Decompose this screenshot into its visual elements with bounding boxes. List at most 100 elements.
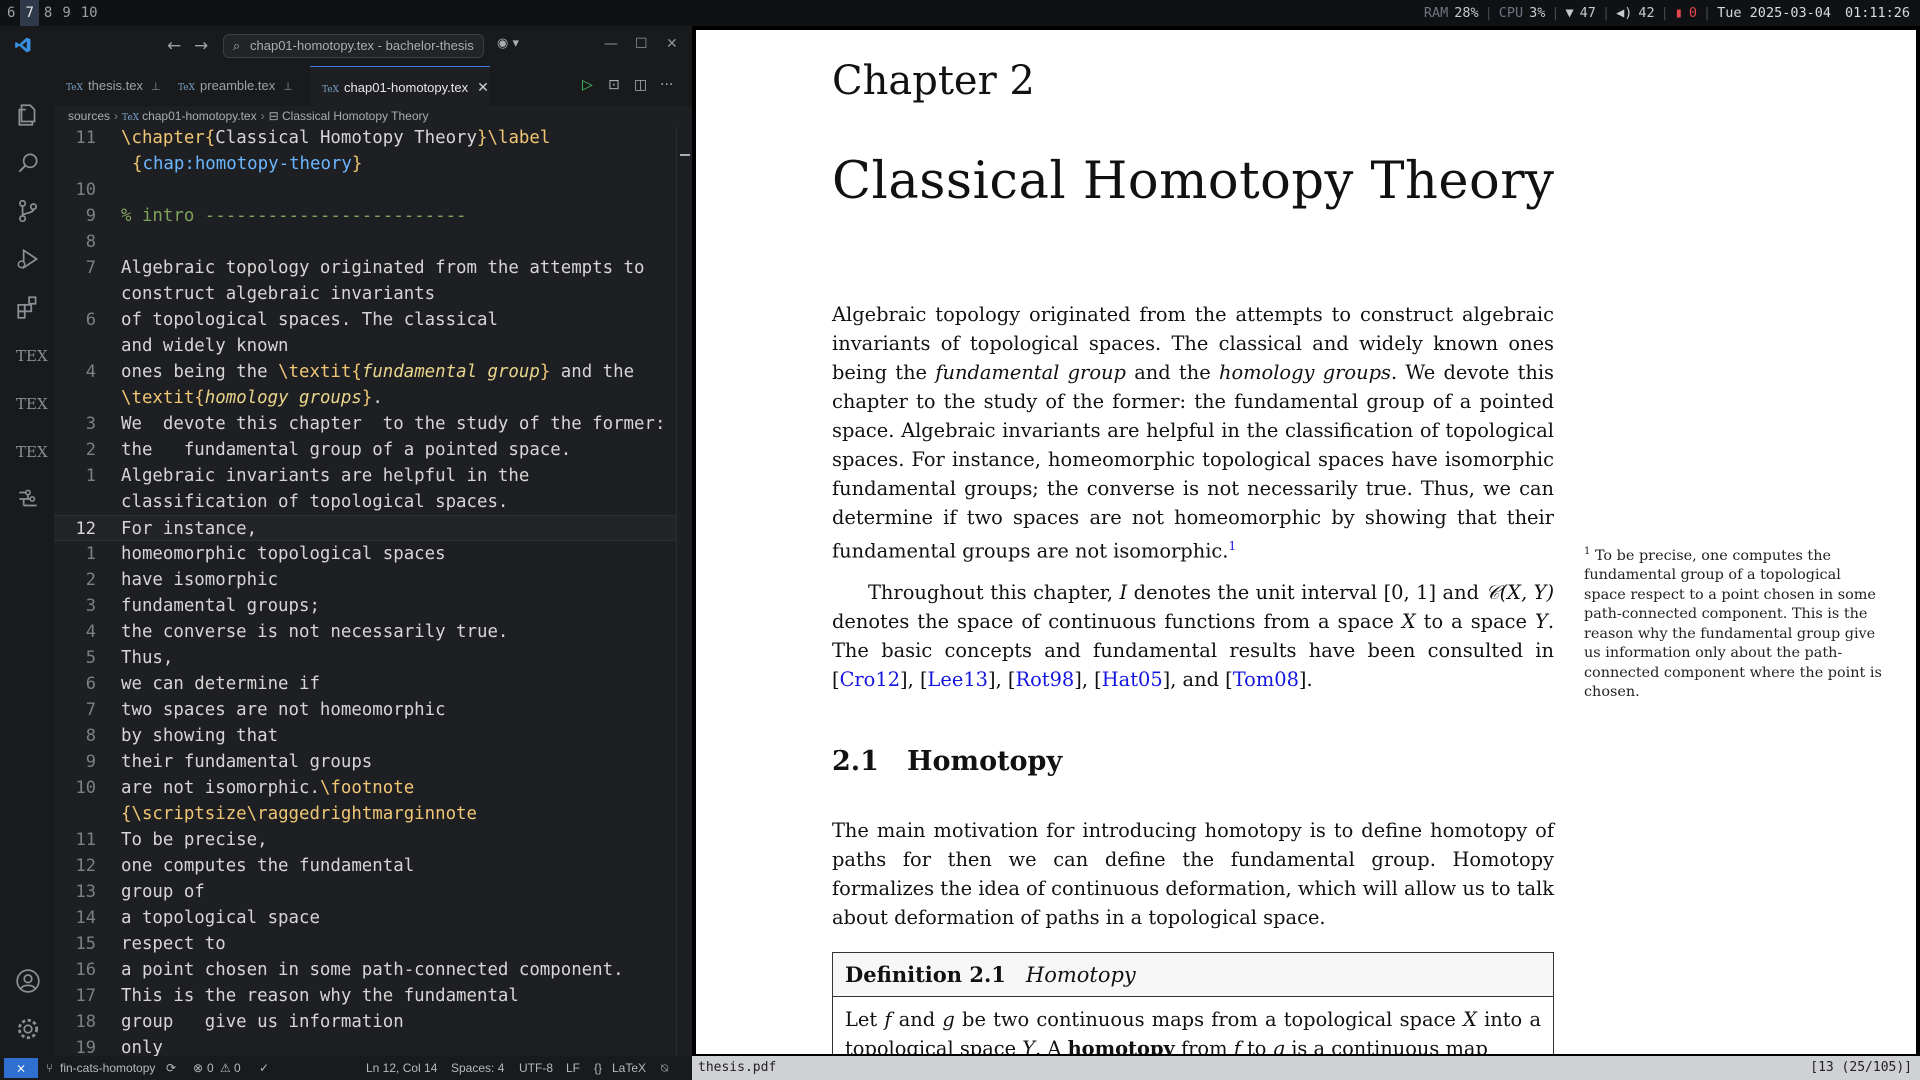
code-line[interactable]: 12 one computes the fundamental [54,853,676,879]
search-icon[interactable] [15,150,41,176]
code-line[interactable]: classification of topological spaces. [54,489,676,515]
breadcrumb[interactable]: sources › TeX chap01-homotopy.tex › ⊟ Classic… [68,106,429,126]
preview-icon[interactable]: ⊡ [608,77,620,93]
code-line[interactable]: 17 This is the reason why the fundamental [54,983,676,1009]
code-editor[interactable]: 11 \chapter{Classical Homotopy Theory}\la… [54,126,692,1056]
tex-icon[interactable]: TEX [16,347,48,365]
code-line[interactable]: 4 ones being the \textit{fundamental grou… [54,359,676,385]
code-line[interactable]: 8 by showing that [54,723,676,749]
scrollbar-thumb[interactable] [680,154,690,156]
code-line-current[interactable]: 12 For instance, [54,515,676,541]
tab-preamble[interactable]: TeX preamble.tex ⊥ [166,66,300,106]
wifi-icon[interactable]: ▼ [1566,0,1574,26]
close-window-icon[interactable]: ✕ [666,36,678,52]
code-line[interactable]: 6 of topological spaces. The classical [54,307,676,333]
code-line[interactable]: 1 homeomorphic topological spaces [54,541,676,567]
code-line[interactable]: 10 [54,177,676,203]
split-editor-icon[interactable]: ◫ [634,77,647,93]
workspace-9[interactable]: 9 [57,0,75,26]
code-line[interactable]: construct algebraic invariants [54,281,676,307]
code-line[interactable]: 3 fundamental groups; [54,593,676,619]
code-line[interactable]: 8 [54,229,676,255]
run-icon[interactable]: ▷ [582,77,593,93]
settings-gear-icon[interactable] [15,1016,41,1042]
breadcrumb-file[interactable]: chap01-homotopy.tex [142,109,257,123]
workspace-switcher[interactable]: 6 7 8 9 10 [2,0,103,26]
account-icon[interactable] [15,968,41,994]
breadcrumb-folder[interactable]: sources [68,109,110,123]
workspace-6[interactable]: 6 [2,0,20,26]
cursor-position[interactable]: Ln 12, Col 14 [366,1056,437,1080]
code-line[interactable]: 14 a topological space [54,905,676,931]
code-line[interactable]: 16 a point chosen in some path-connected … [54,957,676,983]
back-icon[interactable]: ← [167,36,181,56]
source-control-icon[interactable] [15,198,41,224]
code-line[interactable]: 18 group give us information [54,1009,676,1035]
code-line[interactable]: \textit{homology groups}. [54,385,676,411]
language-mode[interactable]: LaTeX [612,1056,646,1080]
editor-scrollbar[interactable] [676,126,692,1056]
code-line[interactable]: 7 two spaces are not homeomorphic [54,697,676,723]
branch-name[interactable]: fin-cats-homotopy [60,1056,155,1080]
citation-link[interactable]: Cro12 [840,668,900,691]
run-debug-icon[interactable] [15,246,41,272]
code-line[interactable]: 11 To be precise, [54,827,676,853]
code-line[interactable]: 9 % intro ------------------------- [54,203,676,229]
citation-link[interactable]: Hat05 [1102,668,1163,691]
check-icon[interactable]: ✓ [259,1056,269,1080]
more-actions-icon[interactable]: ··· [660,77,673,93]
warning-count[interactable]: 0 [234,1056,241,1080]
maximize-icon[interactable]: ☐ [635,36,648,52]
citation-link[interactable]: Lee13 [928,668,989,691]
line-ending[interactable]: LF [566,1056,580,1080]
pin-icon[interactable]: ⊥ [151,81,161,93]
indentation[interactable]: Spaces: 4 [451,1056,504,1080]
workspace-7[interactable]: 7 [20,0,39,26]
code-line[interactable]: 3 We devote this chapter to the study of … [54,411,676,437]
minimize-icon[interactable]: — [604,36,618,52]
git-graph-icon[interactable] [15,486,41,512]
code-line[interactable]: 15 respect to [54,931,676,957]
remote-indicator-icon[interactable]: ⨯ [4,1058,38,1078]
notification-icon[interactable]: ▮ [1675,0,1683,26]
tex-icon[interactable]: TEX [16,395,48,413]
close-tab-icon[interactable]: ✕ [477,79,489,95]
workspace-8[interactable]: 8 [39,0,57,26]
extensions-icon[interactable] [15,294,41,320]
citation-link[interactable]: Tom08 [1233,668,1299,691]
code-line[interactable]: and widely known [54,333,676,359]
code-line[interactable]: 13 group of [54,879,676,905]
footnote-link[interactable]: 1 [1228,539,1236,553]
citation-link[interactable]: Rot98 [1016,668,1075,691]
code-line[interactable]: 1 Algebraic invariants are helpful in the [54,463,676,489]
code-line[interactable]: 5 Thus, [54,645,676,671]
code-line[interactable]: 19 only [54,1035,676,1056]
notifications-bell-icon[interactable]: ⍉ [661,1056,668,1080]
breadcrumb-symbol[interactable]: Classical Homotopy Theory [282,109,429,123]
code-line[interactable]: 7 Algebraic topology originated from the … [54,255,676,281]
copilot-icon[interactable]: ◉ ▾ [497,36,519,51]
forward-icon[interactable]: → [194,36,208,56]
workspace-10[interactable]: 10 [76,0,103,26]
command-center[interactable]: ⌕ chap01-homotopy.tex - bachelor-thesis [223,34,484,58]
code-line[interactable]: 10 are not isomorphic.\footnote [54,775,676,801]
tab-chap01-homotopy[interactable]: TeX chap01-homotopy.tex ✕ [310,66,490,106]
tex-icon[interactable]: TEX [16,443,48,461]
line-code: % intro ------------------------- [121,206,467,226]
sync-icon[interactable]: ⟳ [166,1056,176,1080]
code-line[interactable]: 6 we can determine if [54,671,676,697]
code-line[interactable]: {chap:homotopy-theory} [54,151,676,177]
code-line[interactable]: 2 have isomorphic [54,567,676,593]
code-line[interactable]: {\scriptsize\raggedrightmarginnote [54,801,676,827]
code-line[interactable]: 2 the fundamental group of a pointed spac… [54,437,676,463]
error-count[interactable]: 0 [207,1056,214,1080]
volume-icon[interactable]: ◀) [1616,0,1632,26]
code-line[interactable]: 9 their fundamental groups [54,749,676,775]
pin-icon[interactable]: ⊥ [283,81,293,93]
tab-thesis[interactable]: TeX thesis.tex ⊥ [54,66,166,106]
pdf-page[interactable]: Chapter 2 Classical Homotopy Theory Alge… [696,30,1916,1054]
encoding[interactable]: UTF-8 [519,1056,553,1080]
code-line[interactable]: 4 the converse is not necessarily true. [54,619,676,645]
code-line[interactable]: 11 \chapter{Classical Homotopy Theory}\la… [54,126,676,151]
explorer-icon[interactable] [15,102,41,128]
